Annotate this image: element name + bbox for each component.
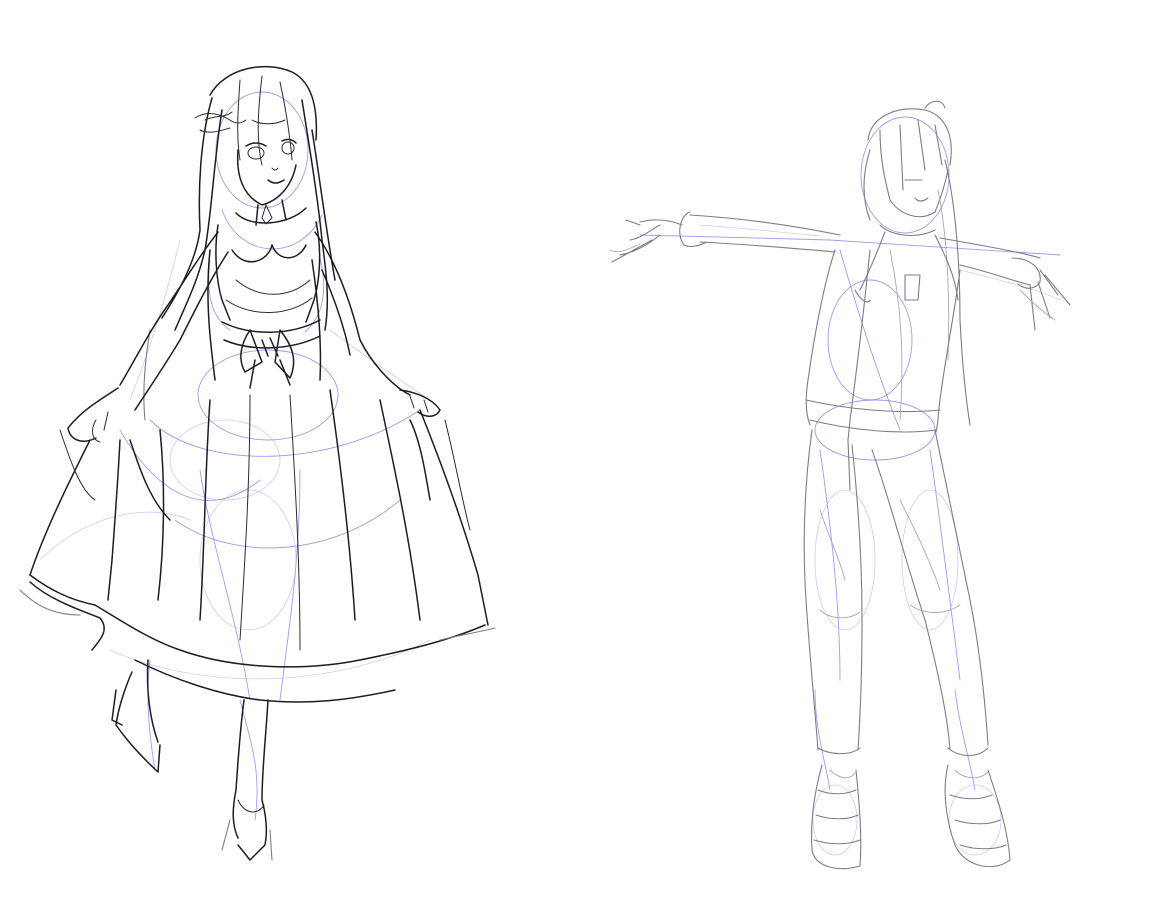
dress-figure-icon bbox=[19, 65, 496, 861]
drawing-canvas bbox=[0, 0, 1169, 918]
left-skirt bbox=[19, 389, 496, 703]
right-pants bbox=[803, 429, 989, 757]
right-jacket bbox=[805, 224, 961, 491]
t-pose-figure-icon bbox=[609, 100, 1071, 870]
left-sash-bow bbox=[221, 319, 321, 389]
right-arms bbox=[609, 211, 1071, 331]
right-shoes bbox=[811, 764, 1011, 870]
left-torso bbox=[215, 199, 321, 323]
sketch-artwork bbox=[19, 65, 1071, 870]
left-hair bbox=[143, 65, 336, 421]
left-construction-lines bbox=[39, 91, 431, 821]
left-arms bbox=[67, 231, 441, 443]
left-face bbox=[236, 119, 297, 206]
